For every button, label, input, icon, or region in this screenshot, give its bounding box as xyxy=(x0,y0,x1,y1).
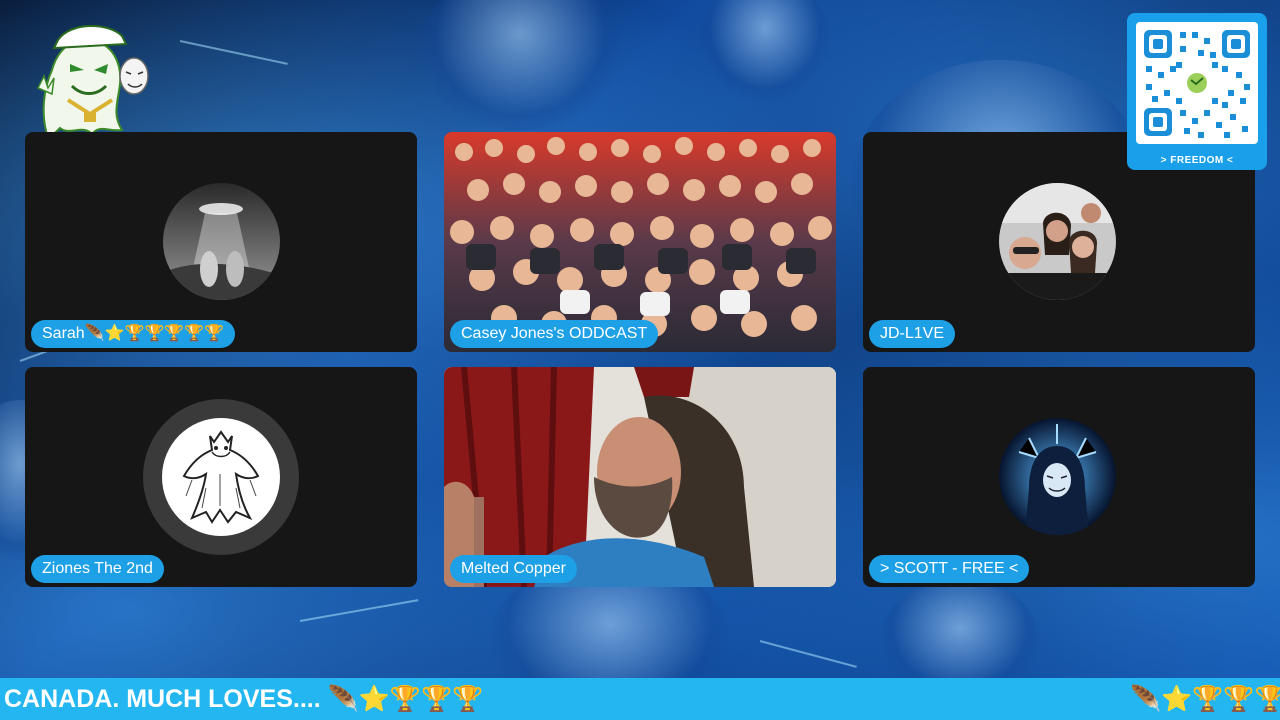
ticker-text: CANADA. MUCH LOVES.... 🪶⭐🏆🏆🏆 xyxy=(4,685,484,713)
channel-logo xyxy=(30,18,150,140)
participant-name: JD-L1VE xyxy=(869,320,956,348)
qr-code-card: > FREEDOM < xyxy=(1127,13,1267,170)
participant-tile-scott-free[interactable]: > SCOTT - FREE < xyxy=(863,367,1255,587)
ticker-trailing-text: 🪶⭐🏆🏆🏆 xyxy=(1130,685,1280,713)
participant-name: > SCOTT - FREE < xyxy=(869,555,1030,583)
participant-name: Ziones The 2nd xyxy=(31,555,164,583)
participant-tile-casey-jones[interactable]: Casey Jones's ODDCAST xyxy=(444,132,836,352)
participant-tile-melted-copper[interactable]: Melted Copper xyxy=(444,367,836,587)
participant-tile-ziones[interactable]: Ziones The 2nd xyxy=(25,367,417,587)
webcam-video xyxy=(444,367,836,587)
qr-code-label: > FREEDOM < xyxy=(1160,155,1234,166)
avatar xyxy=(999,418,1116,535)
participant-tile-sarah[interactable]: Sarah🪶⭐🏆🏆🏆🏆🏆 xyxy=(25,132,417,352)
avatar xyxy=(163,183,280,300)
participant-name: Casey Jones's ODDCAST xyxy=(450,320,659,348)
participant-name: Melted Copper xyxy=(450,555,577,583)
news-ticker: CANADA. MUCH LOVES.... 🪶⭐🏆🏆🏆 🪶⭐🏆🏆🏆 xyxy=(0,678,1280,720)
avatar xyxy=(999,183,1116,300)
participant-name: Sarah🪶⭐🏆🏆🏆🏆🏆 xyxy=(31,320,236,348)
avatar xyxy=(143,399,299,555)
qr-code xyxy=(1136,22,1258,144)
crowd-artwork xyxy=(444,132,836,352)
